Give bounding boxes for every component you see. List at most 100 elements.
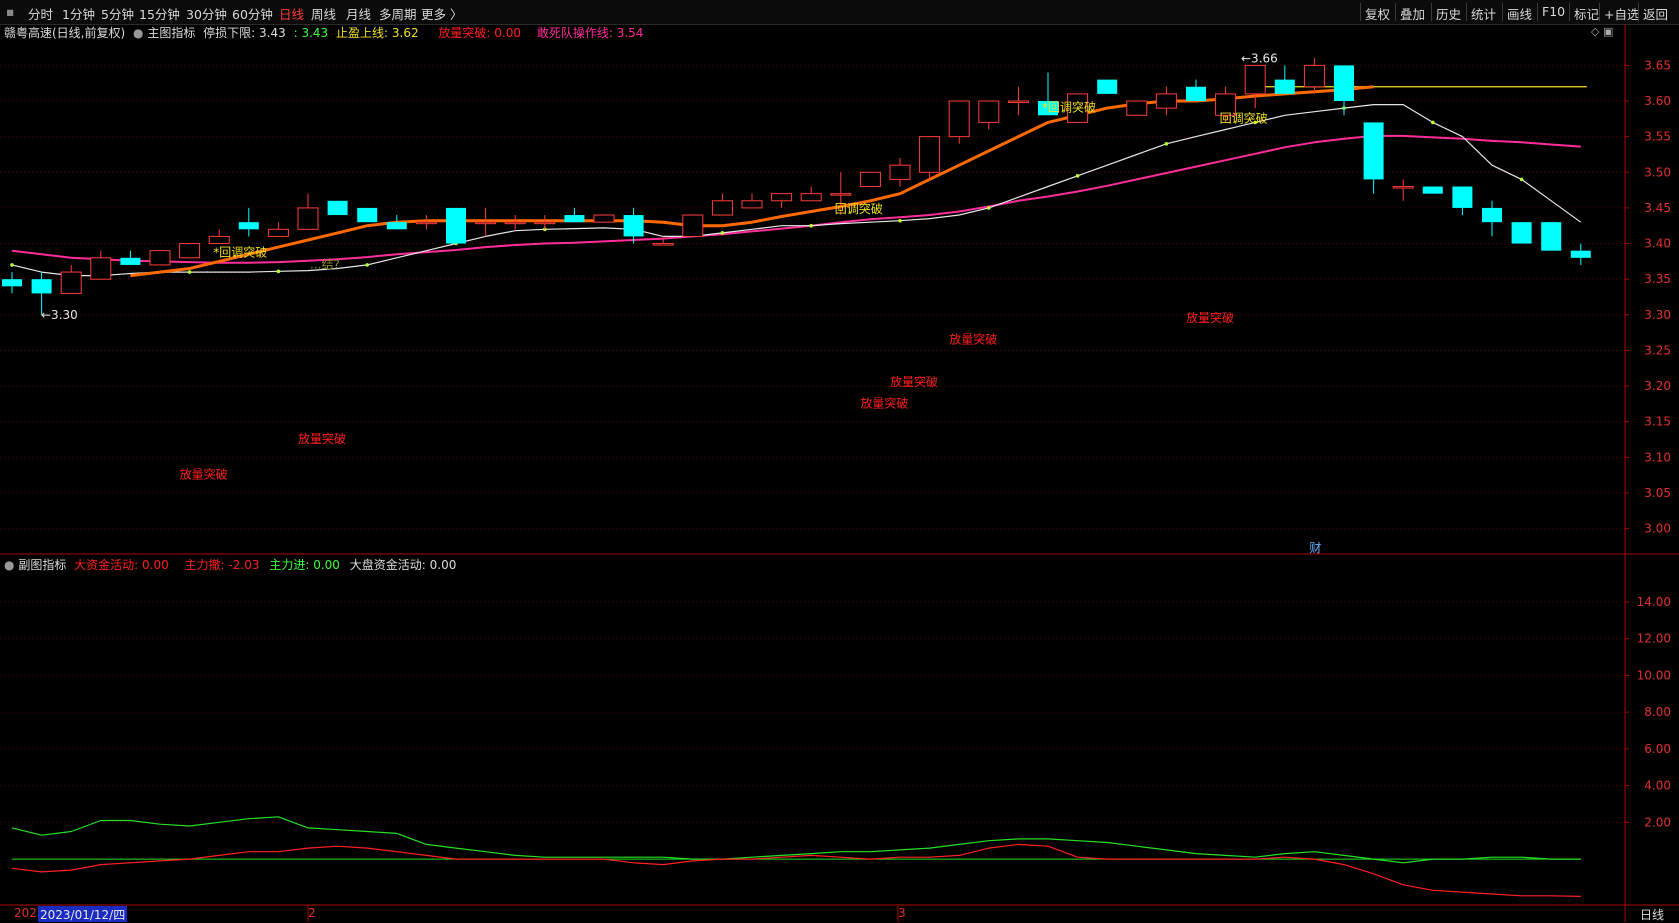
candle-body-up (1244, 64, 1266, 95)
candle-body-up (297, 207, 319, 230)
candle-body-up (948, 100, 970, 138)
volume-break-label: 放量突破 (298, 431, 346, 446)
volume-break-label: 放量突破 (860, 395, 908, 410)
price-axis-label: 3.05 (1644, 486, 1671, 500)
low-price-marker: ←3.30 (41, 308, 78, 322)
sub-line-red (11, 843, 1581, 897)
price-axis-label: 3.15 (1644, 415, 1671, 429)
white-line-marker (276, 269, 281, 274)
pullback-break-label: *回调突破 (213, 244, 267, 259)
white-line-marker (187, 270, 192, 274)
sub-axis-label: 8.00 (1644, 705, 1671, 719)
candle-body-up (149, 250, 171, 266)
candle-body-up (859, 171, 881, 188)
candle-body-up (889, 164, 911, 180)
candle-body-down (1186, 86, 1206, 102)
candle-body-down (1541, 222, 1562, 251)
candle-body-down (1482, 207, 1502, 223)
candle-body-down (327, 200, 348, 216)
candle-body-up (682, 214, 704, 237)
candle-body-down (1422, 186, 1443, 194)
candle-body-up (475, 221, 497, 225)
candle-body-up (179, 243, 201, 259)
candle-body-up (741, 200, 763, 209)
price-axis-label: 3.20 (1644, 379, 1671, 393)
volume-break-label: 放量突破 (890, 374, 938, 389)
volume-break-label: 放量突破 (949, 331, 997, 346)
white-line-marker (1431, 120, 1435, 125)
candle-body-down (446, 207, 466, 244)
candle-body-up (919, 136, 941, 173)
candle-body-down (238, 222, 259, 230)
selected-date: 2023/01/12/四 (38, 906, 128, 922)
candle-body-up (534, 221, 556, 225)
candle-body-up (771, 193, 793, 202)
candle-body-down (357, 207, 378, 223)
candle-body-up (1007, 100, 1029, 104)
volume-break-label: 放量突破 (180, 467, 228, 482)
candle-body-up (1303, 64, 1325, 88)
candle-body-down (386, 222, 407, 230)
price-axis-label: 3.65 (1644, 58, 1671, 72)
white-line-marker (1164, 141, 1169, 146)
candle-body-down (1452, 186, 1473, 208)
price-axis-label: 3.10 (1644, 450, 1671, 464)
pullback-break-label: *回调突破 (1042, 100, 1096, 115)
candle-body-down (1363, 122, 1384, 180)
candle-body-down (120, 257, 141, 265)
price-axis-label: 3.55 (1644, 130, 1671, 144)
candle-body-up (652, 243, 674, 246)
white-line-marker (10, 263, 14, 267)
price-axis-label: 3.35 (1644, 272, 1671, 286)
period-label[interactable]: 日线 (1640, 906, 1664, 922)
stock-chart[interactable]: 3.65 3.60 3.55 3.50 3.45 3.40 3.35 3.30 3.25 3.20… (0, 0, 1679, 922)
candle-body-up (1392, 186, 1414, 189)
sub-axis-label: 4.00 (1644, 779, 1671, 793)
candle-body-up (60, 271, 82, 294)
candle-body-down (1511, 222, 1532, 244)
date-left-partial: 202 (14, 906, 37, 920)
pullback-break-label: 回调突破 (835, 201, 883, 216)
white-line-marker (720, 231, 725, 235)
candle-body-up (800, 193, 822, 202)
candle-body-up (830, 193, 852, 196)
white-line-marker (987, 206, 991, 210)
white-line-marker (898, 218, 902, 223)
price-axis-label: 3.30 (1644, 308, 1671, 322)
candle-body-up (1155, 93, 1177, 109)
month-tick-3: 3 (898, 906, 906, 920)
candle-body-down (1570, 250, 1591, 258)
candle-body-down (31, 279, 52, 294)
high-price-marker: ←3.66 (1241, 51, 1278, 65)
white-line-marker (809, 223, 813, 228)
candle-body-up (415, 221, 437, 225)
candle-body-down (1097, 79, 1118, 94)
candle-body-down (1334, 65, 1354, 102)
candle-body-up (711, 200, 733, 216)
candle-body-down (2, 279, 22, 287)
finance-badge-icon[interactable]: 财 (1309, 541, 1321, 555)
series-line-orange (130, 85, 1374, 278)
candle-body-up (267, 228, 289, 237)
price-axis-label: 3.00 (1644, 522, 1671, 536)
candle-body-up (208, 235, 230, 245)
candle-body-up (90, 257, 112, 280)
price-axis-label: 3.40 (1644, 237, 1671, 251)
sub-axis-label: 14.00 (1637, 595, 1671, 609)
price-axis-label: 3.45 (1644, 201, 1671, 215)
price-axis-label: 3.60 (1644, 94, 1671, 108)
sub-axis-label: 12.00 (1637, 632, 1671, 646)
candle-body-down (1274, 79, 1295, 94)
candle-body-up (504, 221, 526, 225)
candle-body-up (1126, 100, 1148, 116)
candle-body-down (564, 215, 585, 223)
white-line-marker (1075, 174, 1080, 178)
candle-body-up (978, 100, 1000, 123)
faint-annotation: ...结? (310, 257, 340, 271)
price-axis-label: 3.50 (1644, 165, 1671, 179)
month-tick-2: 2 (308, 906, 316, 920)
sub-axis-label: 6.00 (1644, 742, 1671, 756)
candle-body-down (623, 215, 644, 237)
volume-break-label: 放量突破 (1186, 310, 1234, 325)
candle-body-up (593, 214, 615, 223)
